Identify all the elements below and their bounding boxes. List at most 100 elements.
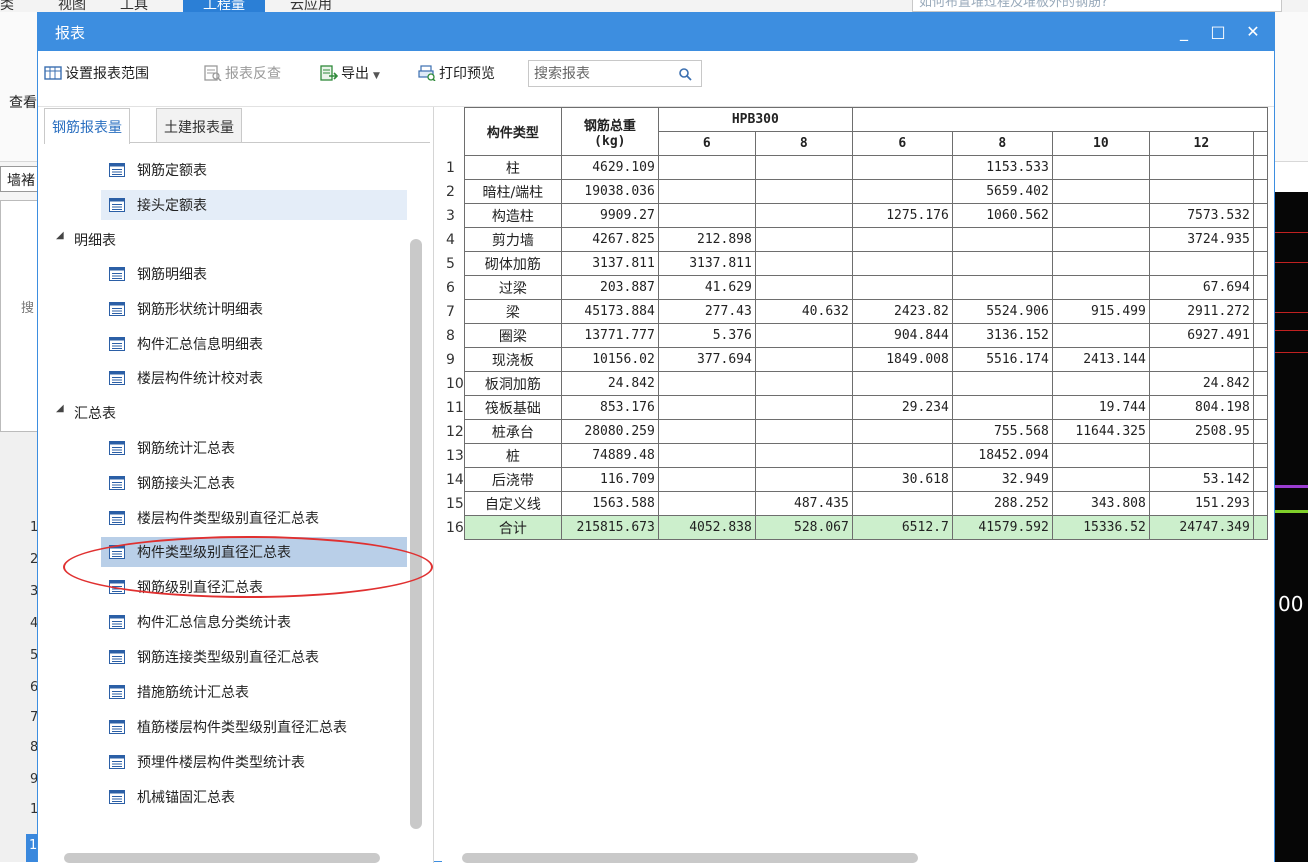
tree-item-rebar-quota[interactable]: 钢筋定额表 xyxy=(101,155,407,185)
print-preview-button[interactable]: 打印预览 xyxy=(418,63,495,85)
table-row[interactable]: 12 桩承台 28080.259 755.568 11644.325 2508.95 xyxy=(442,419,1268,444)
table-row[interactable]: 15 自定义线 1563.588 487.435 288.252 343.808 151.2… xyxy=(442,491,1268,516)
cell-component-type[interactable]: 剪力墙 xyxy=(463,227,562,252)
tree-vertical-scrollbar[interactable] xyxy=(410,239,422,829)
cell-value[interactable] xyxy=(951,275,1053,300)
cell-value[interactable] xyxy=(754,155,853,180)
cell-value[interactable]: 6512.7 xyxy=(851,515,953,540)
collapse-arrow-icon[interactable]: ◢ xyxy=(56,403,64,414)
cell-component-type[interactable]: 过梁 xyxy=(463,275,562,300)
table-row[interactable]: 1 柱 4629.109 1153.533 xyxy=(442,155,1268,180)
cell-value[interactable]: 24747.349 xyxy=(1148,515,1254,540)
cell-component-type[interactable]: 桩承台 xyxy=(463,419,562,444)
row-number[interactable]: 15 xyxy=(442,491,465,516)
cell-value[interactable] xyxy=(754,275,853,300)
cell-value[interactable]: 41.629 xyxy=(657,275,756,300)
cell-value[interactable] xyxy=(657,443,756,468)
cell-value[interactable]: 212.898 xyxy=(657,227,756,252)
row-number[interactable]: 8 xyxy=(442,323,465,348)
tree-item-floor-check[interactable]: 楼层构件统计校对表 xyxy=(101,363,407,393)
drawing-canvas[interactable] xyxy=(1275,192,1308,862)
cell-value[interactable] xyxy=(1051,155,1150,180)
cell-value[interactable]: 5659.402 xyxy=(951,179,1053,204)
search-icon[interactable] xyxy=(678,67,692,81)
cell-value[interactable]: 1060.562 xyxy=(951,203,1053,228)
cell-value[interactable] xyxy=(951,395,1053,420)
table-row[interactable]: 9 现浇板 10156.02 377.694 1849.008 5516.174 2413.… xyxy=(442,347,1268,372)
cell-value[interactable]: 288.252 xyxy=(951,491,1053,516)
cell-value[interactable] xyxy=(754,179,853,204)
cell-total-weight[interactable]: 853.176 xyxy=(560,395,659,420)
menu-item-cloud[interactable]: 云应用 xyxy=(290,0,332,12)
tree-item-grade-diameter-summary[interactable]: 钢筋级别直径汇总表 xyxy=(101,572,407,602)
set-range-button[interactable]: 设置报表范围 xyxy=(44,63,149,85)
row-number[interactable]: 12 xyxy=(442,419,465,444)
cell-component-type[interactable]: 构造柱 xyxy=(463,203,562,228)
cell-value[interactable] xyxy=(1148,347,1254,372)
maximize-button[interactable]: □ xyxy=(1205,19,1231,45)
cell-value[interactable]: 2423.82 xyxy=(851,299,953,324)
cell-component-type[interactable]: 现浇板 xyxy=(463,347,562,372)
cell-value[interactable]: 528.067 xyxy=(754,515,853,540)
table-row[interactable]: 13 桩 74889.48 18452.094 xyxy=(442,443,1268,468)
cell-component-type[interactable]: 桩 xyxy=(463,443,562,468)
cell-component-type[interactable]: 筏板基础 xyxy=(463,395,562,420)
cell-value[interactable]: 151.293 xyxy=(1148,491,1254,516)
cell-total-weight[interactable]: 24.842 xyxy=(560,371,659,396)
cell-value[interactable] xyxy=(1148,251,1254,276)
cell-value[interactable]: 30.618 xyxy=(851,467,953,492)
cell-value[interactable] xyxy=(851,371,953,396)
row-number[interactable]: 9 xyxy=(442,347,465,372)
cell-total-weight[interactable]: 9909.27 xyxy=(560,203,659,228)
tree-item-mechanical-anchor-summary[interactable]: 机械锚固汇总表 xyxy=(101,782,407,812)
cell-value[interactable] xyxy=(754,251,853,276)
cell-value[interactable]: 3724.935 xyxy=(1148,227,1254,252)
row-number[interactable]: 3 xyxy=(442,203,465,228)
cell-total-weight[interactable]: 3137.811 xyxy=(560,251,659,276)
cell-value[interactable] xyxy=(754,419,853,444)
cell-value[interactable]: 487.435 xyxy=(754,491,853,516)
cell-value[interactable]: 4052.838 xyxy=(657,515,756,540)
cell-value[interactable] xyxy=(1051,227,1150,252)
cell-value[interactable] xyxy=(657,155,756,180)
close-button[interactable]: ✕ xyxy=(1240,19,1266,45)
tab-civil-report[interactable]: 土建报表量 xyxy=(156,108,242,142)
menu-item[interactable]: 类 xyxy=(0,0,14,12)
cell-value[interactable]: 904.844 xyxy=(851,323,953,348)
table-row[interactable]: 2 暗柱/端柱 19038.036 5659.402 xyxy=(442,179,1268,204)
cell-component-type[interactable]: 后浇带 xyxy=(463,467,562,492)
cell-value[interactable]: 19.744 xyxy=(1051,395,1150,420)
table-row[interactable]: 3 构造柱 9909.27 1275.176 1060.562 7573.532 xyxy=(442,203,1268,228)
cell-value[interactable] xyxy=(951,371,1053,396)
cell-value[interactable] xyxy=(657,371,756,396)
cell-value[interactable] xyxy=(851,443,953,468)
cell-value[interactable]: 5.376 xyxy=(657,323,756,348)
table-row[interactable]: 14 后浇带 116.709 30.618 32.949 53.142 xyxy=(442,467,1268,492)
cell-value[interactable] xyxy=(851,155,953,180)
cell-value[interactable] xyxy=(657,419,756,444)
cell-value[interactable] xyxy=(754,467,853,492)
table-row[interactable]: 10 板洞加筋 24.842 24.842 xyxy=(442,371,1268,396)
cell-value[interactable] xyxy=(754,443,853,468)
cell-value[interactable] xyxy=(951,251,1053,276)
cell-value[interactable]: 377.694 xyxy=(657,347,756,372)
cell-value[interactable] xyxy=(754,323,853,348)
cell-value[interactable]: 755.568 xyxy=(951,419,1053,444)
cell-value[interactable]: 24.842 xyxy=(1148,371,1254,396)
cell-value[interactable] xyxy=(951,227,1053,252)
row-number[interactable]: 4 xyxy=(442,227,465,252)
table-row[interactable]: 5 砌体加筋 3137.811 3137.811 xyxy=(442,251,1268,276)
tree-item-rebar-stat-summary[interactable]: 钢筋统计汇总表 xyxy=(101,433,407,463)
cell-value[interactable] xyxy=(1051,443,1150,468)
cell-total-weight[interactable]: 13771.777 xyxy=(560,323,659,348)
cell-value[interactable]: 15336.52 xyxy=(1051,515,1150,540)
tree-item-embedded-part-stat[interactable]: 预埋件楼层构件类型统计表 xyxy=(101,747,407,777)
cell-value[interactable] xyxy=(1051,251,1150,276)
cell-value[interactable]: 5524.906 xyxy=(951,299,1053,324)
cell-component-type[interactable]: 砌体加筋 xyxy=(463,251,562,276)
row-number[interactable]: 11 xyxy=(442,395,465,420)
wall-button[interactable]: 墙褚 xyxy=(0,166,40,192)
tree-item-connection-summary[interactable]: 钢筋连接类型级别直径汇总表 xyxy=(101,642,407,672)
row-number[interactable]: 5 xyxy=(442,251,465,276)
tree-item-type-grade-summary[interactable]: 构件类型级别直径汇总表 xyxy=(101,537,407,567)
